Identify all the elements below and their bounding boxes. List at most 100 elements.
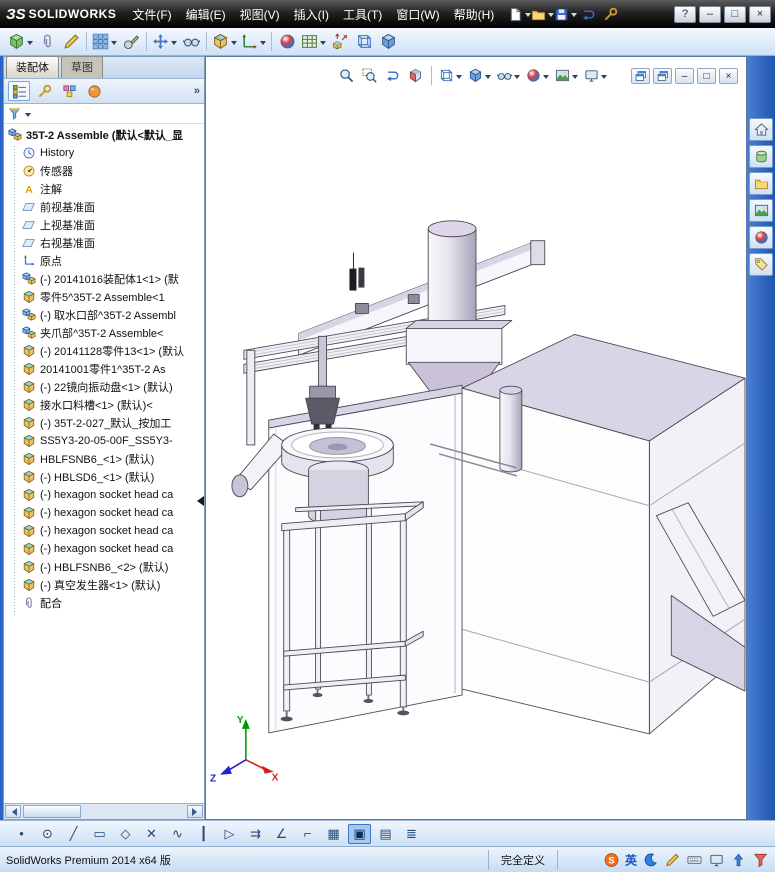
- dropdown-caret-icon[interactable]: [572, 74, 578, 82]
- convert-entities-icon[interactable]: ⌐: [296, 824, 319, 844]
- model-canvas[interactable]: Y X Z: [206, 57, 746, 819]
- dropdown-caret-icon[interactable]: [231, 40, 237, 48]
- menu-item[interactable]: 插入(I): [287, 4, 336, 26]
- dropdown-caret-icon[interactable]: [543, 74, 549, 82]
- display-style-icon[interactable]: [466, 65, 493, 86]
- solidworks-news-icon[interactable]: [603, 851, 620, 868]
- menu-item[interactable]: 帮助(H): [447, 4, 502, 26]
- mate-icon[interactable]: [35, 30, 59, 54]
- ime-language-indicator[interactable]: 英: [625, 851, 637, 868]
- circle-tool-icon[interactable]: ⊙: [36, 824, 59, 844]
- polygon-tool-icon[interactable]: ◇: [114, 824, 137, 844]
- tree-item[interactable]: (-) hexagon socket head ca: [4, 522, 204, 540]
- publish-icon[interactable]: [730, 851, 747, 868]
- design-library-icon[interactable]: [749, 145, 773, 168]
- zoom-fit-icon[interactable]: [336, 65, 357, 86]
- tree-item[interactable]: 夹爪部^35T-2 Assemble<: [4, 324, 204, 342]
- tree-item[interactable]: (-) 35T-2-027_默认_按加工: [4, 414, 204, 432]
- open-document-icon[interactable]: [531, 3, 555, 25]
- scrollbar-thumb[interactable]: [23, 805, 81, 818]
- rectangle-tool-icon[interactable]: ▭: [88, 824, 111, 844]
- minimize-button[interactable]: –: [699, 5, 721, 23]
- reference-geometry-icon[interactable]: [239, 30, 268, 54]
- tree-item[interactable]: 前视基准面: [4, 198, 204, 216]
- mdi-restore-button[interactable]: □: [697, 68, 716, 84]
- point-tool-icon[interactable]: •: [10, 824, 33, 844]
- linear-component-pattern-icon[interactable]: [90, 30, 119, 54]
- scroll-right-button[interactable]: [187, 805, 203, 818]
- tree-item[interactable]: 20141001零件1^35T-2 As: [4, 360, 204, 378]
- edit-appearance-icon[interactable]: [524, 65, 551, 86]
- propertymanager-tab-icon[interactable]: [33, 81, 55, 101]
- mdi-tile-icon[interactable]: [653, 68, 672, 84]
- grid-tool-icon[interactable]: ▦: [322, 824, 345, 844]
- file-explorer-icon[interactable]: [749, 172, 773, 195]
- sketch-tool-icon[interactable]: ▣: [348, 823, 371, 844]
- keyboard-icon[interactable]: [686, 851, 703, 868]
- tab-sketch[interactable]: 草图: [61, 56, 103, 78]
- mdi-close-button[interactable]: ×: [719, 68, 738, 84]
- restore-button[interactable]: □: [724, 5, 746, 23]
- section-view-icon[interactable]: [405, 65, 426, 86]
- bill-of-materials-icon[interactable]: [299, 30, 328, 54]
- offset-tool-icon[interactable]: ⇉: [244, 824, 267, 844]
- menu-item[interactable]: 编辑(E): [179, 4, 233, 26]
- tree-item[interactable]: (-) 取水口部^35T-2 Assembl: [4, 306, 204, 324]
- tree-item[interactable]: 传感器: [4, 162, 204, 180]
- menu-item[interactable]: 工具(T): [336, 4, 389, 26]
- tree-item[interactable]: HBLFSNB6_<1> (默认): [4, 450, 204, 468]
- previous-view-icon[interactable]: [382, 65, 403, 86]
- exploded-view-icon[interactable]: [328, 30, 352, 54]
- tree-item[interactable]: (-) HBLSD6_<1> (默认): [4, 468, 204, 486]
- solidworks-resources-icon[interactable]: [749, 118, 773, 141]
- ruler-tool-icon[interactable]: ≣: [400, 824, 423, 844]
- filter-caret-icon[interactable]: [25, 112, 31, 120]
- tree-item[interactable]: (-) HBLFSNB6_<2> (默认): [4, 558, 204, 576]
- tree-item[interactable]: (-) hexagon socket head ca: [4, 504, 204, 522]
- show-hidden-components-icon[interactable]: [179, 30, 203, 54]
- tree-root-item[interactable]: 35T-2 Assemble (默认<默认_显: [4, 126, 204, 144]
- graphics-viewport[interactable]: – □ × Y X Z: [205, 56, 747, 820]
- tree-item[interactable]: (-) hexagon socket head ca: [4, 486, 204, 504]
- assembly-features-icon[interactable]: [210, 30, 239, 54]
- menu-item[interactable]: 窗口(W): [389, 4, 446, 26]
- instant3d-icon[interactable]: [376, 30, 400, 54]
- mirror-tool-icon[interactable]: ▷: [218, 824, 241, 844]
- options-icon[interactable]: [599, 3, 621, 25]
- view-orientation-icon[interactable]: [437, 65, 464, 86]
- configurationmanager-tab-icon[interactable]: [58, 81, 80, 101]
- angle-tool-icon[interactable]: ∠: [270, 824, 293, 844]
- mdi-cascade-icon[interactable]: [631, 68, 650, 84]
- apply-scene-icon[interactable]: [553, 65, 580, 86]
- tree-item[interactable]: 接水口料槽<1> (默认)<: [4, 396, 204, 414]
- quick-tips-icon[interactable]: [642, 851, 659, 868]
- tree-item[interactable]: 右视基准面: [4, 234, 204, 252]
- close-button[interactable]: ×: [749, 5, 771, 23]
- tree-item[interactable]: (-) 真空发生器<1> (默认): [4, 576, 204, 594]
- dropdown-caret-icon[interactable]: [485, 74, 491, 82]
- tree-item[interactable]: 原点: [4, 252, 204, 270]
- custom-properties-icon[interactable]: [749, 253, 773, 276]
- tab-assembly[interactable]: 装配体: [6, 56, 59, 78]
- appearances-scenes-icon[interactable]: [749, 226, 773, 249]
- filter-icon[interactable]: [752, 851, 769, 868]
- tree-item[interactable]: 上视基准面: [4, 216, 204, 234]
- panel-flyout-arrow[interactable]: [197, 496, 204, 506]
- view-settings-icon[interactable]: [582, 65, 609, 86]
- centerline-tool-icon[interactable]: ┃: [192, 824, 215, 844]
- dropdown-caret-icon[interactable]: [27, 40, 33, 48]
- tree-item[interactable]: 零件5^35T-2 Assemble<1: [4, 288, 204, 306]
- zoom-area-icon[interactable]: [359, 65, 380, 86]
- undo-icon[interactable]: [577, 3, 599, 25]
- tree-horizontal-scrollbar[interactable]: [4, 803, 204, 819]
- manager-more-chevron[interactable]: »: [194, 85, 200, 97]
- scroll-left-button[interactable]: [5, 805, 21, 818]
- tree-item[interactable]: (-) 22镜向振动盘<1> (默认): [4, 378, 204, 396]
- trim-tool-icon[interactable]: ✕: [140, 824, 163, 844]
- dropdown-caret-icon[interactable]: [320, 40, 326, 48]
- hide-show-items-icon[interactable]: [495, 65, 522, 86]
- insert-components-icon[interactable]: [6, 30, 35, 54]
- monitor-icon[interactable]: [708, 851, 725, 868]
- smart-fasteners-icon[interactable]: [119, 30, 143, 54]
- tree-item[interactable]: 配合: [4, 594, 204, 612]
